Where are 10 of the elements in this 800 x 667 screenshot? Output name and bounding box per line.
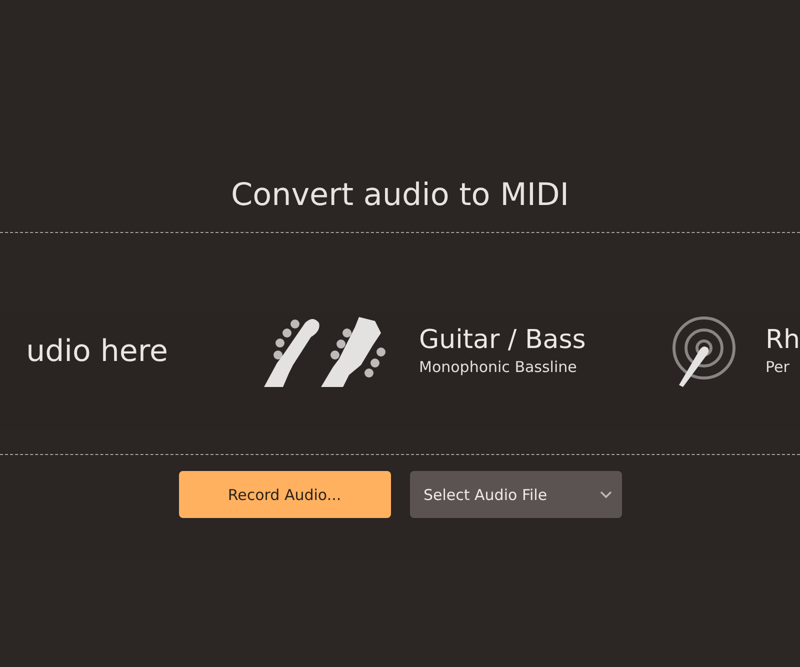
record-audio-button[interactable]: Record Audio... [178,471,390,518]
audio-file-select[interactable]: Select Audio File [410,471,622,518]
mode-name: Rh [765,324,800,356]
drop-hint: udio here [26,334,168,368]
mode-description: Per [765,357,790,378]
page-title: Convert audio to MIDI [230,176,570,215]
mode-description: Monophonic Bassline [419,357,578,378]
mode-name: Guitar / Bass [419,324,586,356]
chevron-down-icon [600,490,612,498]
drum-target-icon [671,315,738,387]
